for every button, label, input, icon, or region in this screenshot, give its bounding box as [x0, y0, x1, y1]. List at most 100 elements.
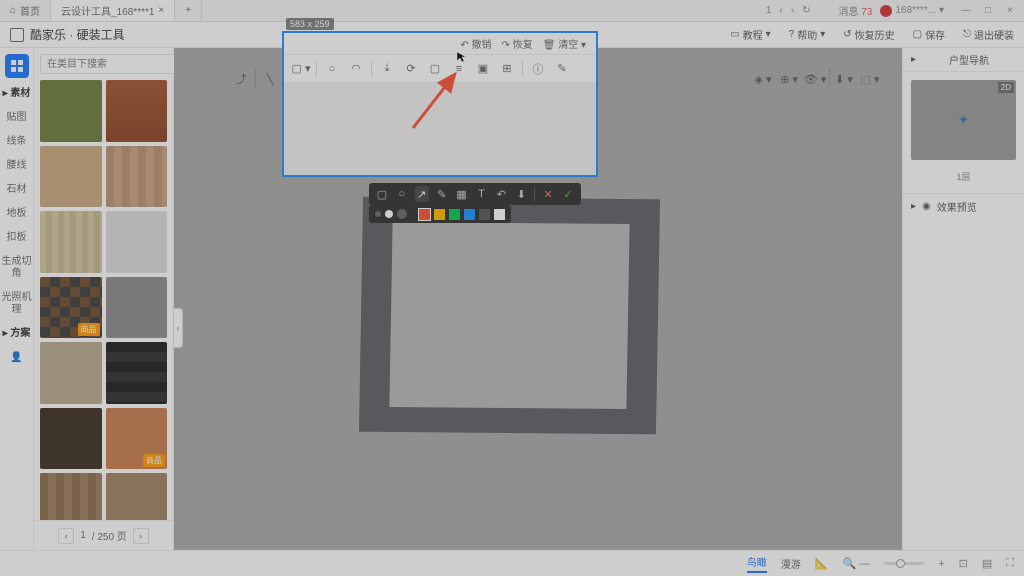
download-icon[interactable]: ⬇ ▾ — [832, 67, 856, 91]
cat-scheme[interactable]: ▸ 方案 — [3, 328, 31, 340]
undo-button[interactable]: ↶ 撤销 — [460, 36, 491, 51]
browser-tab-home[interactable]: ⌂ 首页 — [0, 0, 51, 21]
right-panel-nav-header[interactable]: ▸ 户型导航 — [903, 48, 1024, 72]
zoom-in-icon[interactable]: + — [938, 558, 944, 570]
pop-down-icon[interactable]: ⤓ — [376, 58, 398, 80]
close-window-icon[interactable]: × — [1004, 5, 1016, 17]
cat-texture[interactable]: 贴图 — [7, 112, 27, 124]
cat-cut[interactable]: 生成切角 — [0, 256, 33, 280]
floor-plan[interactable] — [359, 197, 660, 435]
pop-frame-icon[interactable]: ▣ — [472, 58, 494, 80]
cursor-icon — [456, 51, 468, 63]
cat-line[interactable]: 线条 — [7, 136, 27, 148]
nav-fwd-icon[interactable]: › — [791, 5, 794, 16]
nav-back-icon[interactable]: ‹ — [779, 5, 782, 16]
user-avatar[interactable]: 168****... ▾ — [880, 5, 944, 17]
zoom-slider[interactable] — [884, 562, 924, 565]
pop-info-icon[interactable]: ⓘ — [527, 58, 549, 80]
page-next-button[interactable]: › — [133, 528, 149, 544]
floor-thumbnail[interactable]: 2D ✦ — [911, 80, 1016, 160]
pop-rect-icon[interactable]: ▢ ▾ — [290, 58, 312, 80]
zoom-out-icon[interactable]: 🔍 — — [842, 557, 870, 570]
collapse-sidebar-button[interactable]: ‹ — [173, 308, 183, 348]
annot-confirm-icon[interactable]: ✓ — [561, 186, 575, 202]
color-white[interactable] — [494, 209, 505, 220]
annot-cancel-icon[interactable]: ✕ — [541, 186, 555, 202]
material-swatch[interactable] — [40, 146, 102, 208]
annot-rect-icon[interactable]: ▢ — [375, 186, 389, 202]
maximize-icon[interactable]: □ — [982, 5, 994, 17]
annot-mosaic-icon[interactable]: ▦ — [455, 186, 469, 202]
view-roam-button[interactable]: 漫游 — [781, 556, 801, 571]
material-swatch[interactable] — [106, 473, 168, 520]
material-swatch[interactable] — [40, 342, 102, 404]
line-tool-icon[interactable]: ╲ — [258, 67, 282, 91]
material-swatch[interactable] — [106, 342, 168, 404]
pop-grid-icon[interactable]: ⊞ — [496, 58, 518, 80]
material-swatch[interactable] — [40, 473, 102, 520]
menu-exit[interactable]: ⎋退出硬装 — [963, 27, 1014, 42]
view-icon[interactable]: 👁 ▾ — [803, 67, 827, 91]
stroke-size-large[interactable] — [397, 209, 407, 219]
color-yellow[interactable] — [434, 209, 445, 220]
fit-icon[interactable]: ⊡ — [959, 557, 968, 570]
browser-tab-design[interactable]: 云设计工具_168****1 × — [51, 0, 175, 21]
color-green[interactable] — [449, 209, 460, 220]
annot-pen-icon[interactable]: ✎ — [435, 186, 449, 202]
menu-save[interactable]: ▢保存 — [913, 27, 945, 42]
material-swatch[interactable] — [40, 80, 102, 142]
measure-icon[interactable]: ⊕ ▾ — [777, 67, 801, 91]
layer-icon[interactable]: ◈ ▾ — [751, 67, 775, 91]
clear-button[interactable]: 🗑 清空 ▾ — [543, 36, 586, 51]
material-swatch[interactable] — [106, 80, 168, 142]
cat-stone[interactable]: 石材 — [7, 184, 27, 196]
material-swatch[interactable] — [106, 146, 168, 208]
view-bird-button[interactable]: 鸟瞰 — [747, 554, 767, 573]
annot-circle-icon[interactable]: ○ — [395, 186, 409, 202]
page-prev-button[interactable]: ‹ — [58, 528, 74, 544]
messages-label[interactable]: 消息 — [838, 7, 858, 18]
cat-floor[interactable]: 地板 — [7, 208, 27, 220]
pop-arc-icon[interactable]: ◠ — [345, 58, 367, 80]
color-red[interactable] — [419, 209, 430, 220]
right-panel-preview-header[interactable]: ▸ ◉ 效果预览 — [903, 193, 1024, 219]
fullscreen-icon[interactable]: ⛶ — [1006, 557, 1014, 570]
cat-waist[interactable]: 腰线 — [7, 160, 27, 172]
view3d-icon[interactable]: ⬚ ▾ — [858, 67, 882, 91]
menu-tutorial[interactable]: ▭教程 ▾ — [730, 27, 770, 42]
menu-help[interactable]: ?帮助 ▾ — [789, 27, 826, 42]
material-swatch[interactable] — [40, 408, 102, 470]
search-input[interactable] — [40, 54, 186, 74]
close-icon[interactable]: × — [158, 5, 164, 16]
ruler-icon[interactable]: 📐 — [815, 557, 829, 570]
pop-edit-icon[interactable]: ✎ — [551, 58, 573, 80]
new-tab-button[interactable]: + — [175, 0, 202, 21]
minimize-icon[interactable]: — — [960, 5, 972, 17]
annot-arrow-icon[interactable]: ↗ — [415, 186, 429, 202]
pop-circle-icon[interactable]: ○ — [321, 58, 343, 80]
stroke-size-medium[interactable] — [385, 210, 393, 218]
refresh-icon[interactable]: ↻ — [802, 5, 810, 16]
material-swatch[interactable] — [106, 211, 168, 273]
color-blue[interactable] — [464, 209, 475, 220]
menu-history[interactable]: ↺恢复历史 — [843, 27, 894, 42]
annot-undo-icon[interactable]: ↶ — [494, 186, 508, 202]
cat-material[interactable]: ▸ 素材 — [3, 88, 31, 100]
floor-inner[interactable] — [389, 222, 629, 409]
annot-save-icon[interactable]: ⬇ — [514, 186, 528, 202]
rail-materials-button[interactable] — [5, 54, 29, 78]
color-gray[interactable] — [479, 209, 490, 220]
canvas[interactable]: ‹ ⤴ ╲ ▢ ▾ ○ ◠ ⤓ ⟳ ▢ ≡ ▣ ⊞ ⓘ ✎ ◈ ▾ ⊕ ▾ 👁 … — [174, 48, 902, 550]
cat-buckle[interactable]: 扣板 — [7, 232, 27, 244]
rail-user-icon[interactable]: 👤 — [10, 352, 22, 364]
layers-icon[interactable]: ▤ — [982, 557, 992, 570]
annot-text-icon[interactable]: T — [475, 186, 489, 202]
material-swatch[interactable]: 商品 — [106, 408, 168, 470]
material-swatch[interactable] — [106, 277, 168, 339]
cat-light[interactable]: 光照机理 — [0, 292, 33, 316]
redo-button[interactable]: ↷ 恢复 — [502, 36, 533, 51]
stroke-size-small[interactable] — [375, 211, 381, 217]
export-icon[interactable]: ⤴ — [229, 67, 253, 91]
material-swatch[interactable] — [40, 211, 102, 273]
material-swatch[interactable]: 商品 — [40, 277, 102, 339]
